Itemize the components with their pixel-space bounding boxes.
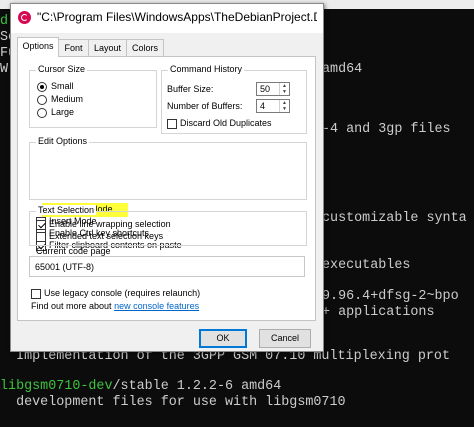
spinner-arrows-icon[interactable]: ▲ ▼ <box>279 100 289 112</box>
package-version: /stable 1.2.2-6 amd64 <box>112 379 282 394</box>
text-selection-group: Text Selection Enable line wrapping sele… <box>29 205 307 246</box>
tab-options[interactable]: Options <box>17 37 59 57</box>
code-page-field: 65001 (UTF-8) <box>29 256 305 277</box>
ok-button[interactable]: OK <box>199 329 247 348</box>
cursor-large-label[interactable]: Large <box>51 107 74 118</box>
tab-colors[interactable]: Colors <box>126 39 164 57</box>
legacy-console-label[interactable]: Use legacy console (requires relaunch) <box>44 288 200 299</box>
cursor-size-title: Cursor Size <box>36 64 88 74</box>
tab-layout[interactable]: Layout <box>88 39 127 57</box>
debian-swirl-icon <box>18 11 31 24</box>
cursor-large-radio[interactable] <box>37 108 47 118</box>
tab-font[interactable]: Font <box>58 39 89 57</box>
buffer-size-value: 50 <box>260 84 271 94</box>
cancel-button[interactable]: Cancel <box>259 329 311 348</box>
extended-keys-label[interactable]: Extended text selection keys <box>49 231 163 242</box>
terminal-line-right-executables: executables <box>322 258 411 273</box>
text-selection-title: Text Selection <box>36 205 97 215</box>
spinner-arrows-icon[interactable]: ▲ ▼ <box>279 83 289 95</box>
discard-duplicates-checkbox[interactable] <box>167 119 177 129</box>
terminal-line-pkg: libgsm0710-dev/stable 1.2.2-6 amd64 <box>0 379 281 395</box>
terminal-line-right-3gp: -4 and 3gp files <box>322 122 451 137</box>
discard-duplicates-label[interactable]: Discard Old Duplicates <box>180 118 272 129</box>
cursor-small-radio[interactable] <box>37 82 47 92</box>
find-out-more-text: Find out more about <box>31 301 115 311</box>
terminal-line-right-applications: + applications <box>322 305 435 320</box>
command-history-title: Command History <box>168 64 245 74</box>
line-wrap-label[interactable]: Enable line wrapping selection <box>49 219 171 230</box>
cursor-small-label[interactable]: Small <box>51 81 74 92</box>
dialog-titlebar[interactable]: "C:\Program Files\WindowsApps\TheDebianP… <box>11 4 323 33</box>
terminal-line-dev: development files for use with libgsm071… <box>0 395 346 410</box>
edit-options-group: Edit Options <box>29 136 307 200</box>
dialog-title: "C:\Program Files\WindowsApps\TheDebianP… <box>37 10 317 24</box>
package-name: libgsm0710-dev <box>0 379 113 394</box>
new-console-features-link[interactable]: new console features <box>114 301 199 311</box>
cursor-size-group: Cursor Size Small Medium Large <box>29 64 157 128</box>
properties-dialog: "C:\Program Files\WindowsApps\TheDebianP… <box>10 3 324 352</box>
terminal-line-right-version: 9.96.4+dfsg-2~bpo <box>322 289 459 304</box>
cursor-medium-label[interactable]: Medium <box>51 94 83 105</box>
terminal-line-right-syntax: customizable synta <box>322 211 467 226</box>
edit-options-title: Edit Options <box>36 136 90 146</box>
line-wrap-checkbox[interactable] <box>36 220 46 230</box>
num-buffers-value: 4 <box>260 101 266 111</box>
find-out-more: Find out more about new console features <box>31 301 199 312</box>
options-panel: Cursor Size Small Medium Large Command H… <box>17 56 316 321</box>
num-buffers-label: Number of Buffers: <box>167 101 243 111</box>
terminal-line-left-1: d <box>0 14 9 29</box>
num-buffers-spinner[interactable]: 4 ▲ ▼ <box>256 99 290 113</box>
buffer-size-spinner[interactable]: 50 ▲ ▼ <box>256 82 290 96</box>
legacy-console-checkbox[interactable] <box>31 289 41 299</box>
terminal-line-right-amd64: amd64 <box>322 62 363 77</box>
terminal-line-left-4: W <box>0 62 9 77</box>
extended-keys-checkbox[interactable] <box>36 232 46 242</box>
buffer-size-label: Buffer Size: <box>167 84 214 94</box>
command-history-group: Command History Buffer Size: 50 ▲ ▼ Numbe… <box>161 64 307 134</box>
cursor-medium-radio[interactable] <box>37 95 47 105</box>
